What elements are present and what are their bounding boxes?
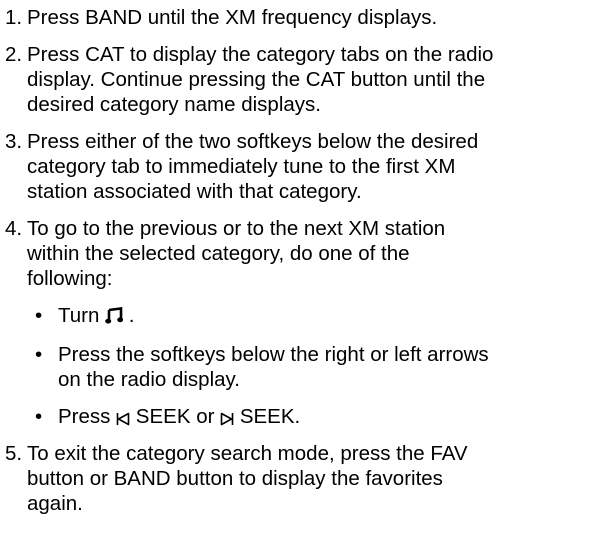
step-text: To exit the category search mode, press … [27,442,468,515]
bullet-text-start: Turn [58,304,106,327]
seek-back-icon [116,407,130,432]
seek-forward-icon [220,407,234,432]
step-text: Press BAND until the XM frequency displa… [27,6,438,29]
bullet-text: Turn . [58,303,135,331]
step-number: 3. [5,130,23,153]
step-number: 1. [5,6,23,29]
bullet-text: Press the softkeys below the right or le… [58,343,489,391]
music-note-knob-icon [105,306,124,331]
bullet-marker: • [35,304,43,327]
step-text: Press CAT to display the category tabs o… [27,43,494,116]
step-number: 4. [5,217,23,240]
step-text: To go to the previous or to the next XM … [27,217,446,290]
bullet-text-prefix: Press [58,405,117,428]
bullet-marker: • [35,405,43,428]
bullet-text-end: . [123,304,135,327]
instruction-list: 1. Press BAND until the XM frequency dis… [0,0,605,540]
bullet-text-suffix: SEEK. [234,405,301,428]
bullet-text-middle: SEEK or [130,405,221,428]
bullet-text: Press SEEK or SEEK. [58,404,300,432]
step-number: 2. [5,43,23,66]
step-text: Press either of the two softkeys below t… [27,130,479,203]
bullet-marker: • [35,343,43,366]
step-number: 5. [5,442,23,465]
